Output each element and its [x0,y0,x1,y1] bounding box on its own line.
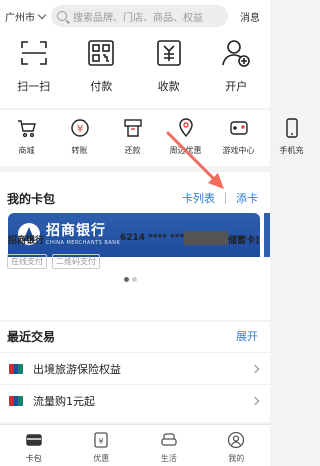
search-placeholder: 搜索品牌、门店、商品、权益 [73,12,203,24]
bottom-nav: 卡包 ¥ 优惠 生活 我的 [0,424,270,466]
svg-text:¥: ¥ [99,437,104,446]
qr-code-icon [88,40,115,66]
tab-life[interactable]: 生活 [135,425,203,466]
list-item[interactable]: 出境旅游保险权益 [0,352,270,384]
service-game-center[interactable]: 游戏中心 [212,110,265,166]
tab-profile-label: 我的 [228,454,245,463]
service-nearby-label: 周边优惠 [169,146,202,155]
quick-actions: 扫一扫 付款 收款 开户 [0,32,270,108]
open-account-button[interactable]: 开户 [203,32,271,108]
sofa-icon [161,433,177,446]
chevron-right-icon [250,364,260,373]
tag-online-pay: 在线支付 [7,254,47,269]
card-type: 储蓄卡] [228,236,260,246]
add-user-icon [222,40,251,67]
card-tags: 在线支付 二维码支付 [7,254,105,269]
scan-icon [20,41,47,65]
redaction-mask [184,231,228,245]
card-package: 我的卡包 卡列表 添卡 招商银行 CHINA MERCHANTS BANK 招商… [0,172,270,320]
receive-label: 收款 [157,80,180,93]
service-phone-label: 手机充 [279,146,304,155]
city-label: 广州市 [5,12,35,24]
chevron-down-icon [37,10,47,19]
service-repay[interactable]: 还款 [106,110,159,166]
tag-qr-pay: 二维码支付 [52,254,100,269]
list-item-label: 出境旅游保险权益 [33,362,121,376]
tab-deals-label: 优惠 [93,454,110,463]
cart-icon [17,120,36,138]
service-mall-label: 商城 [18,146,35,155]
tab-deals[interactable]: ¥ 优惠 [68,425,136,466]
unionpay-icon [9,363,23,374]
card-package-links: 卡列表 添卡 [182,190,258,206]
bank-name-cn: 招商银行 [46,223,106,239]
divider [225,192,226,204]
list-item[interactable]: 流量购1元起 [0,384,270,416]
search-icon [57,11,67,21]
coupon-icon: ¥ [94,432,108,448]
profile-icon [228,431,245,449]
search-input[interactable]: 搜索品牌、门店、商品、权益 [51,5,228,27]
add-card-link[interactable]: 添卡 [236,190,258,206]
service-transfer[interactable]: ¥ 转账 [53,110,106,166]
card-pager [124,277,140,282]
pager-dot-active[interactable] [124,277,129,282]
card-list-link[interactable]: 卡列表 [182,190,215,206]
tab-card-package[interactable]: 卡包 [0,425,68,466]
service-phone-topup[interactable]: 手机充 [265,110,318,166]
card-package-title: 我的卡包 [7,192,56,206]
scan-button[interactable]: 扫一扫 [0,32,68,108]
transfer-icon: ¥ [70,119,89,137]
repay-icon [123,119,142,137]
tab-life-label: 生活 [160,454,177,463]
list-item-label: 流量购1元起 [33,394,95,408]
scan-label: 扫一扫 [17,80,51,93]
top-bar: 广州市 搜索品牌、门店、商品、权益 消息 [0,0,270,32]
tab-card-label: 卡包 [25,454,42,463]
recent-title: 最近交易 [7,330,56,344]
card-number: 6214 **** **** [120,233,189,243]
svg-text:¥: ¥ [76,124,82,135]
location-icon [178,118,193,138]
service-transfer-label: 转账 [71,146,88,155]
chevron-right-icon [250,396,260,405]
open-account-label: 开户 [225,80,248,93]
service-game-label: 游戏中心 [222,146,255,155]
expand-link[interactable]: 展开 [236,328,258,344]
phone-icon [285,118,298,138]
receive-money-icon [156,40,181,66]
receive-button[interactable]: 收款 [135,32,203,108]
recent-transactions: 最近交易 展开 出境旅游保险权益 流量购1元起 [0,322,270,422]
service-nearby-deals[interactable]: 周边优惠 [159,110,212,166]
services-row: 商城 ¥ 转账 还款 周边优惠 游戏中心 手机充 [0,110,304,166]
pay-label: 付款 [90,80,113,93]
pay-button[interactable]: 付款 [68,32,136,108]
service-mall[interactable]: 商城 [0,110,53,166]
unionpay-icon [9,395,23,406]
pager-dot[interactable] [132,277,137,282]
city-selector[interactable]: 广州市 [5,9,47,24]
bank-name-en: CHINA MERCHANTS BANK [46,240,121,246]
tab-profile[interactable]: 我的 [203,425,271,466]
gamepad-icon [229,121,248,135]
next-card-peek[interactable] [264,213,270,257]
messages-button[interactable]: 消息 [240,9,260,24]
card-icon [26,434,42,446]
service-repay-label: 还款 [124,146,141,155]
card-bank-name: 招商银行 [8,236,45,246]
